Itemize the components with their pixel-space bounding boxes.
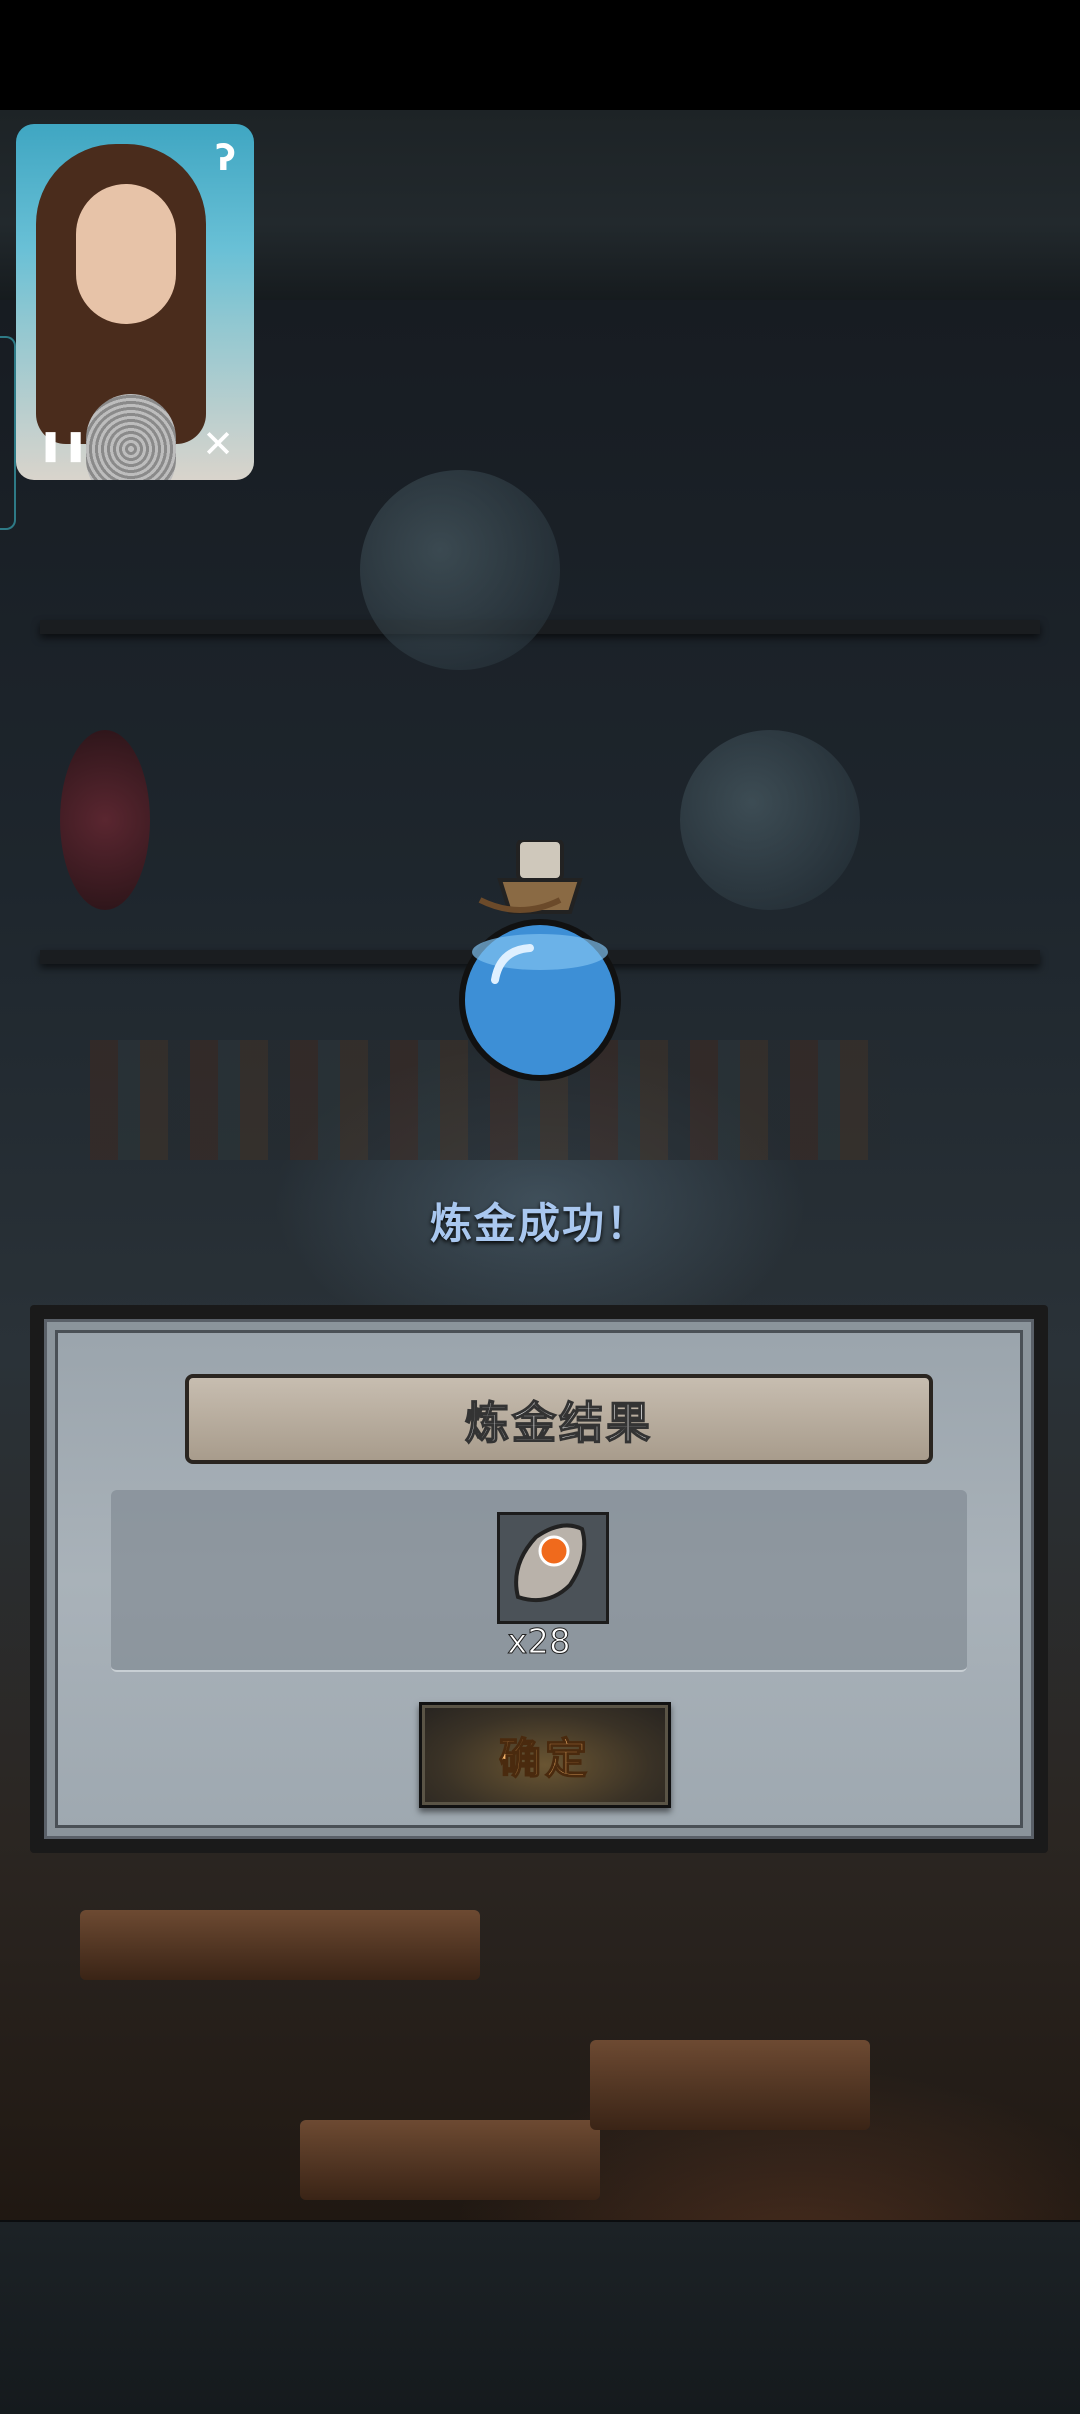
blue-potion-icon (459, 840, 621, 1081)
lantern (60, 730, 150, 910)
microphone (86, 394, 176, 480)
top-black-bar (0, 0, 1080, 110)
flask (680, 730, 860, 910)
wooden-rack (80, 1910, 480, 1980)
alchemy-result-dialog: 炼金结果 x28 确定 (30, 1305, 1048, 1853)
alchemy-lab-background (0, 300, 1080, 2220)
gold-bar (300, 2120, 600, 2200)
gold-bar (590, 2040, 870, 2130)
flask (360, 470, 560, 670)
reward-item-slot[interactable] (497, 1512, 609, 1624)
floating-video-window[interactable]: ʔ ❚❚ ✕ (16, 124, 254, 480)
reward-item-count: x28 (507, 1622, 571, 1663)
dialog-title-banner: 炼金结果 (185, 1374, 933, 1464)
footer-band (0, 2220, 1080, 2414)
dialog-panel: 炼金结果 x28 确定 (44, 1319, 1034, 1839)
confirm-button[interactable]: 确定 (419, 1702, 671, 1808)
pause-icon[interactable]: ❚❚ (38, 428, 88, 463)
video-person-face (76, 184, 176, 324)
dialog-title: 炼金结果 (464, 1397, 653, 1450)
alchemy-success-text: 炼金成功！ (429, 1199, 650, 1248)
stone-ore-icon (514, 1523, 587, 1602)
confirm-button-label: 确定 (498, 1733, 591, 1784)
close-icon[interactable]: ✕ (202, 422, 234, 466)
result-items-area: x28 (111, 1490, 967, 1672)
side-tab[interactable] (0, 336, 16, 530)
ear-icon[interactable]: ʔ (215, 138, 236, 179)
